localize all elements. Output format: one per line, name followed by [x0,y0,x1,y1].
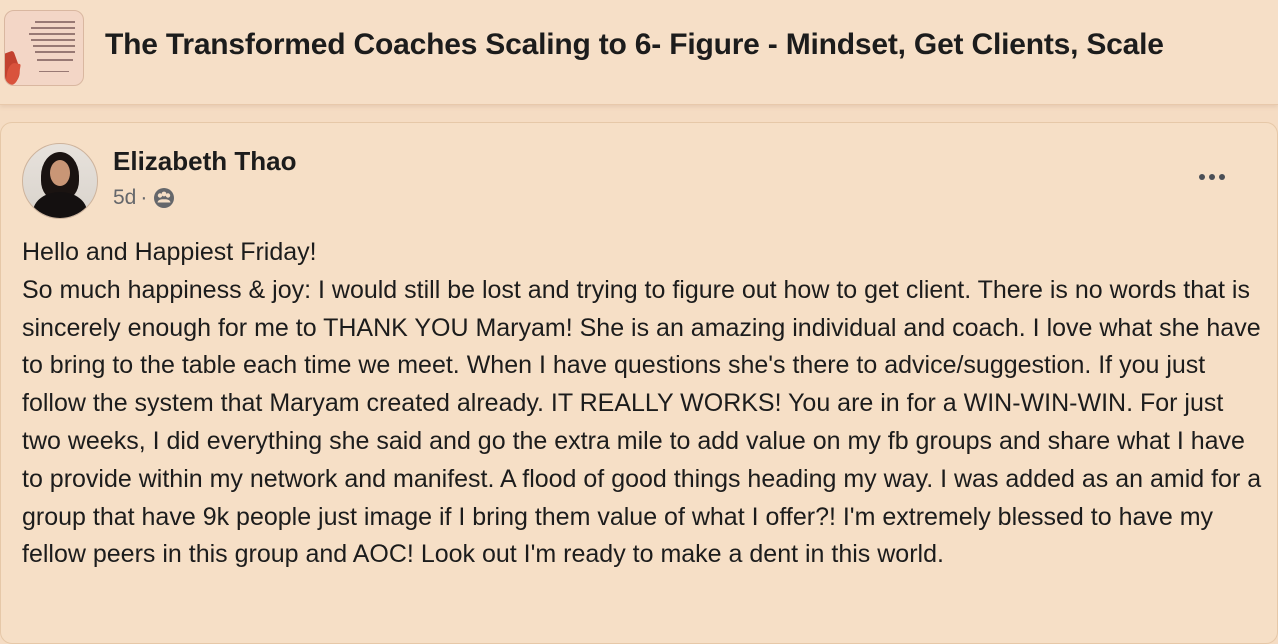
more-options-icon [1199,174,1205,180]
group-title[interactable]: The Transformed Coaches Scaling to 6- Fi… [105,28,1164,62]
post-body: Hello and Happiest Friday! So much happi… [22,234,1262,574]
post-body-line: So much happiness & joy: I would still b… [22,275,1262,569]
post-timestamp[interactable]: 5d [113,186,136,210]
group-cover-image[interactable] [4,10,84,86]
group-audience-icon [153,187,175,209]
more-options-button[interactable] [1190,162,1234,192]
author-name[interactable]: Elizabeth Thao [113,146,296,177]
author-avatar[interactable] [22,143,98,219]
post-body-line: Hello and Happiest Friday! [22,238,317,266]
post-meta: 5d · [113,186,175,210]
meta-separator: · [140,186,148,209]
group-header: The Transformed Coaches Scaling to 6- Fi… [0,0,1278,105]
